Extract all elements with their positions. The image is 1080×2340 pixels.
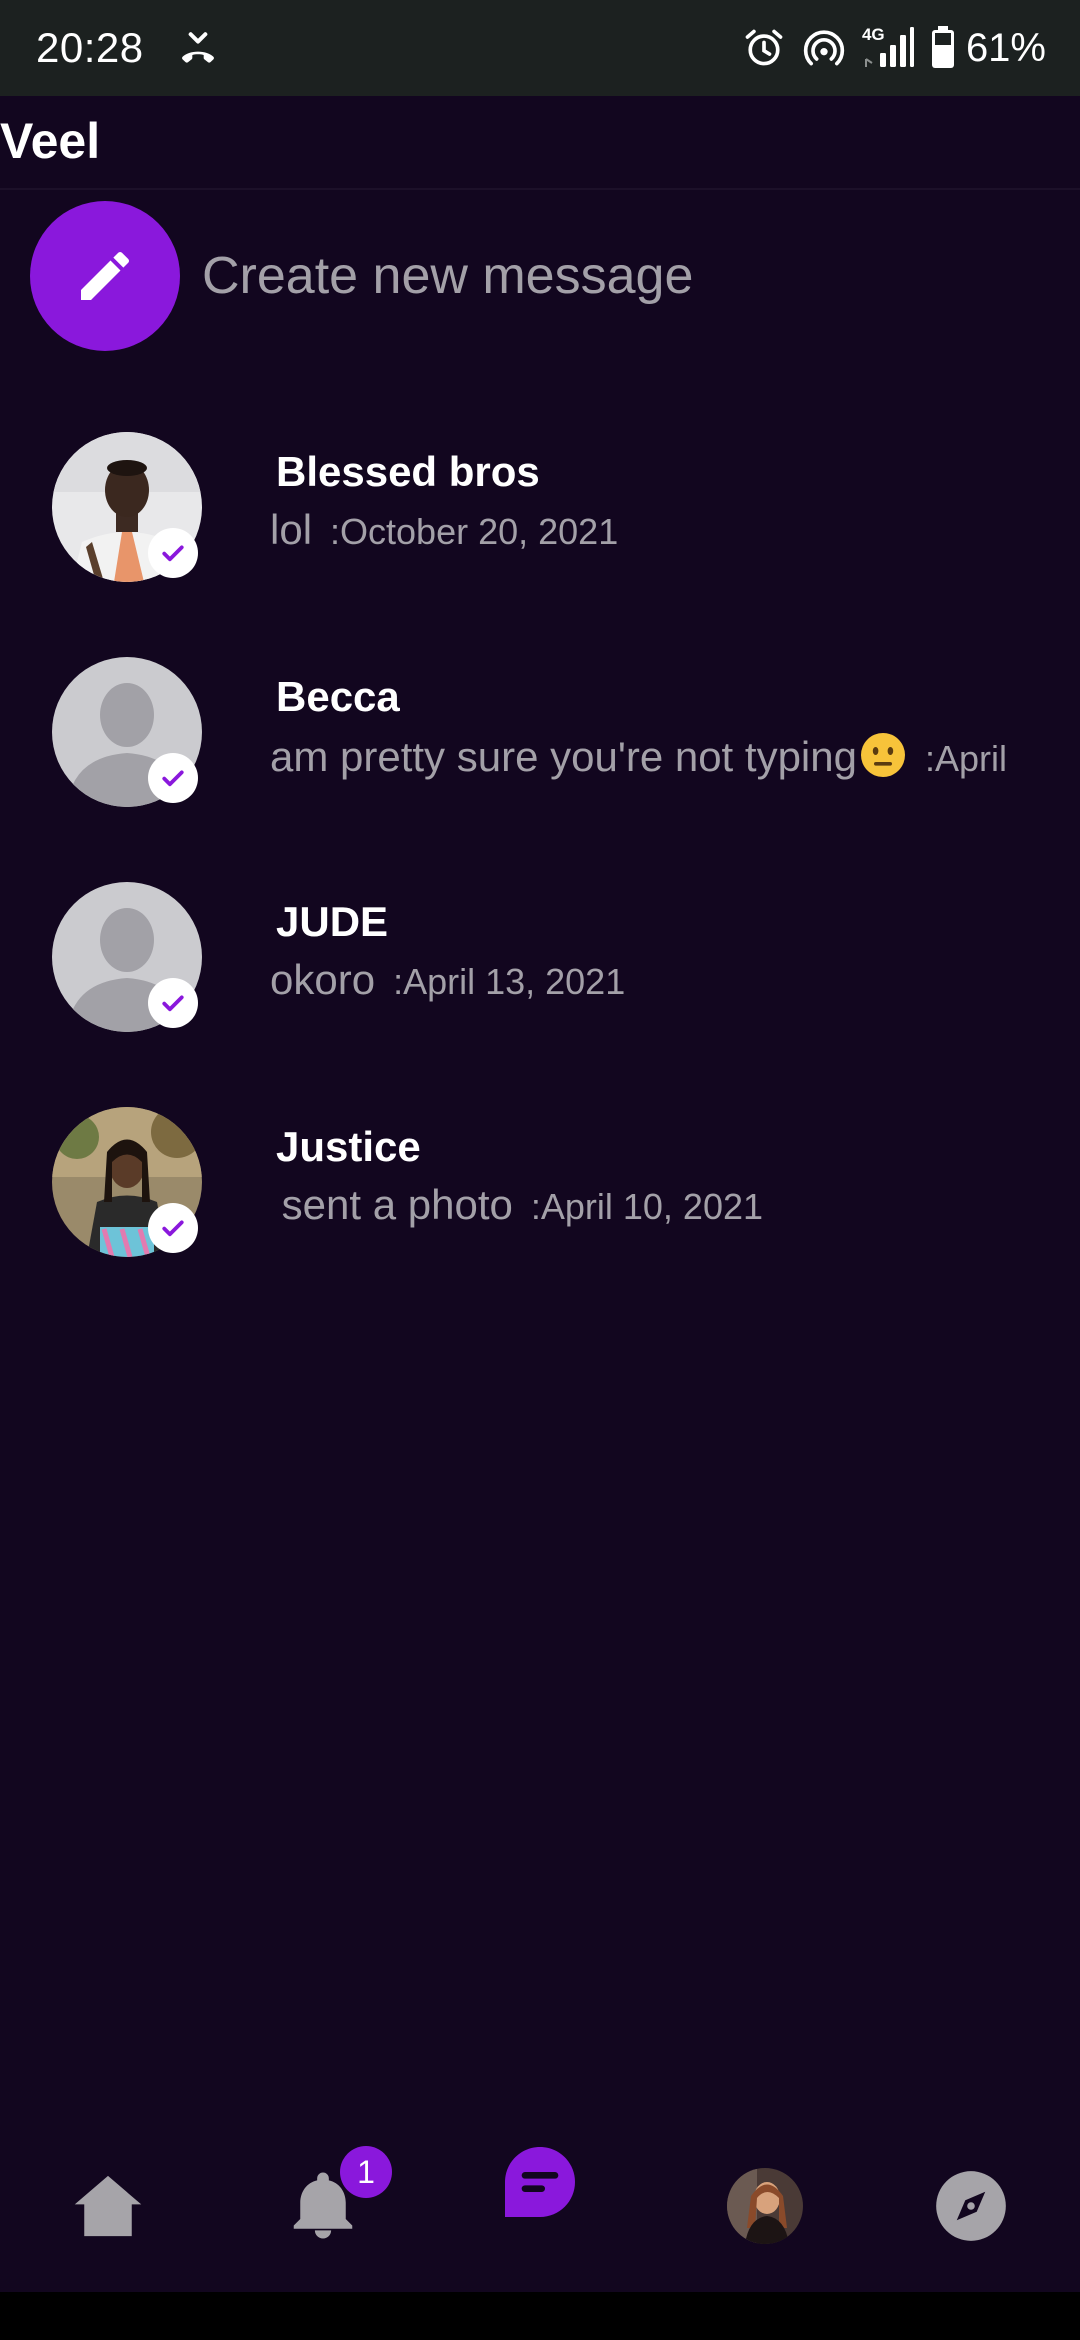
status-icons: 4G 61% [726,20,1046,76]
header-divider [0,188,1080,190]
conversation-summary: lol :October 20, 2021 [270,506,618,554]
hotspot-icon [803,30,845,66]
profile-avatar [727,2168,803,2244]
alarm-icon [745,29,783,66]
conversation-item[interactable]: Justice sent a photo :April 10, 2021 [0,1095,1080,1320]
avatar[interactable] [52,432,202,582]
conversation-name: Blessed bros [276,448,540,495]
conversation-name: Becca [276,673,400,720]
conversation-item[interactable]: Becca am pretty sure you're not typing :… [0,645,1080,870]
conversation-date: :October 20, 2021 [330,511,619,552]
battery-percent: 61% [965,25,1046,70]
system-navigation-bar [0,2292,1080,2340]
nav-messages[interactable] [465,2120,615,2292]
neutral-face-emoji [860,733,905,777]
home-icon [74,2175,142,2237]
call-end-icon [182,32,214,63]
conversation-preview: sent a photo [270,1181,513,1228]
check-icon [162,545,184,562]
conversation-summary: okoro :April 13, 2021 [270,956,625,1004]
verified-badge [148,753,198,803]
messages-screen: 20:28 4G 61% Veel Create new message Ble… [0,0,1080,2340]
nav-home[interactable] [33,2120,183,2292]
verified-badge [148,528,198,578]
signal-icon: 4G [862,25,914,71]
conversation-name: Justice [276,1123,421,1170]
avatar[interactable] [52,1107,202,1257]
status-bar: 20:28 4G 61% [0,0,1080,96]
conversation-preview: lol [270,506,313,553]
create-message-button[interactable] [30,201,180,351]
nav-explore[interactable] [896,2120,1046,2292]
pencil-icon [81,251,130,300]
conversation-summary: am pretty sure you're not typing :April [270,731,1007,781]
nav-profile[interactable] [690,2120,840,2292]
nav-notifications[interactable] [248,2120,398,2292]
create-message-label[interactable]: Create new message [202,246,693,306]
create-new-message-row[interactable]: Create new message [30,200,693,352]
verified-badge [148,978,198,1028]
conversation-list: Blessed bros lol :October 20, 2021 Becca… [0,420,1080,1320]
conversation-preview: okoro [270,956,376,1003]
conversation-date: :April 13, 2021 [393,961,626,1002]
status-time: 20:28 [36,24,144,71]
conversation-name: JUDE [276,898,389,945]
avatar[interactable] [52,657,202,807]
conversation-date: :April [924,738,1008,779]
check-icon [162,1220,184,1237]
check-icon [162,770,184,787]
conversation-date: :April 10, 2021 [530,1186,764,1227]
verified-badge [148,1203,198,1253]
messages-icon [505,2147,575,2217]
conversation-item[interactable]: Blessed bros lol :October 20, 2021 [0,420,1080,645]
conversation-item[interactable]: JUDE okoro :April 13, 2021 [0,870,1080,1095]
conversation-preview: am pretty sure you're not typing [270,731,907,781]
check-icon [162,995,184,1012]
conversation-summary: sent a photo :April 10, 2021 [270,1181,763,1229]
conversation-preview-text: am pretty sure you're not typing [270,733,857,780]
bottom-navigation: 1 [0,2120,1080,2292]
app-title: Veel [0,113,101,169]
avatar[interactable] [52,882,202,1032]
notification-count-badge: 1 [340,2146,392,2198]
explore-icon [936,2171,1006,2241]
battery-icon [931,26,954,68]
